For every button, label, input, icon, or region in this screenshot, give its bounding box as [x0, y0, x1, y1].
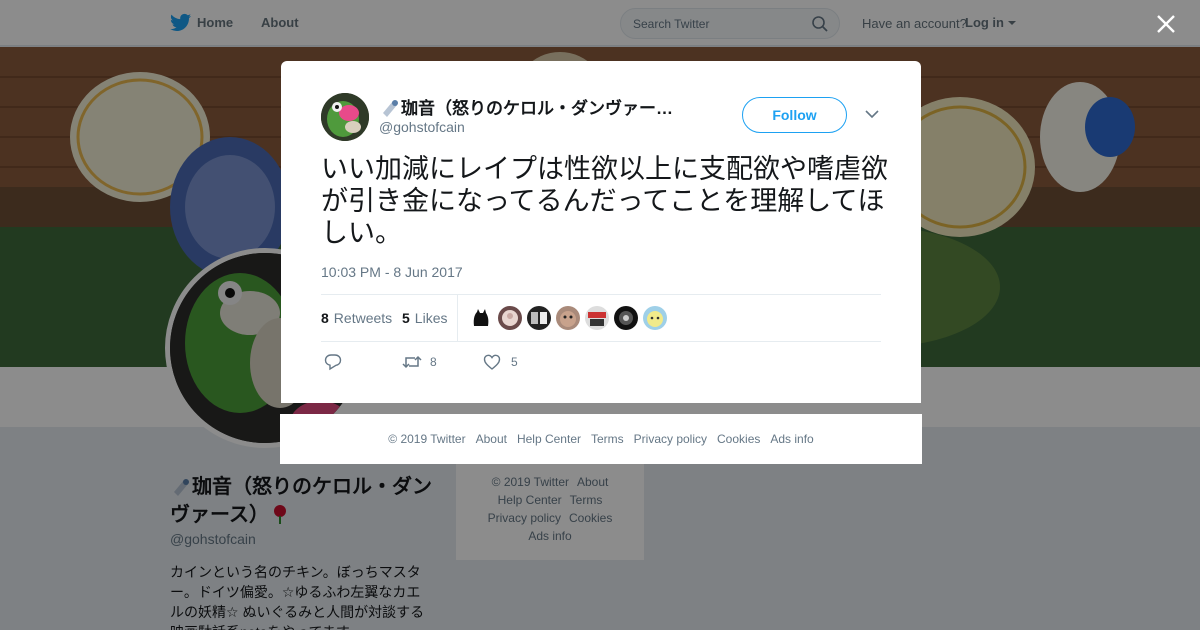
tweet-author-name-text: 珈音（怒りのケロル・ダンヴァー… — [401, 99, 673, 118]
likes-stat[interactable]: 5 Likes — [402, 310, 447, 326]
pin-icon — [383, 100, 398, 117]
modal-footer-privacy-link[interactable]: Privacy policy — [634, 432, 707, 446]
close-icon[interactable] — [1156, 14, 1176, 34]
tweet-modal: 珈音（怒りのケロル・ダンヴァー… @gohstofcain Follow いい加… — [281, 61, 921, 403]
modal-footer-ads-link[interactable]: Ads info — [770, 432, 813, 446]
liker-avatar[interactable] — [556, 306, 580, 330]
likes-label: Likes — [414, 310, 448, 326]
liker-avatar[interactable] — [469, 306, 493, 330]
heart-icon[interactable] — [483, 353, 501, 371]
modal-footer-about-link[interactable]: About — [476, 432, 507, 446]
retweets-stat[interactable]: 8 Retweets — [321, 310, 392, 326]
modal-footer-terms-link[interactable]: Terms — [591, 432, 624, 446]
liker-avatar[interactable] — [498, 306, 522, 330]
tweet-author-avatar[interactable] — [321, 93, 369, 141]
modal-footer-help-link[interactable]: Help Center — [517, 432, 581, 446]
modal-footer-copyright: © 2019 Twitter — [388, 432, 466, 446]
tweet-actions: 8 5 — [321, 351, 881, 375]
liker-avatar[interactable] — [643, 306, 667, 330]
retweets-count: 8 — [321, 310, 329, 326]
retweets-label: Retweets — [333, 310, 393, 326]
tweet-stats: 8 Retweets 5 Likes — [321, 294, 881, 342]
tweet-timestamp[interactable]: 10:03 PM - 8 Jun 2017 — [321, 264, 463, 280]
tweet-author-name[interactable]: 珈音（怒りのケロル・ダンヴァー… — [379, 94, 699, 119]
modal-footer: © 2019 Twitter About Help Center Terms Priva… — [280, 414, 922, 464]
likes-count: 5 — [402, 310, 410, 326]
chevron-down-icon[interactable] — [865, 109, 879, 119]
retweet-icon[interactable] — [402, 353, 422, 371]
retweet-action-count: 8 — [430, 355, 437, 369]
liker-avatar[interactable] — [527, 306, 551, 330]
liker-avatar[interactable] — [614, 306, 638, 330]
like-action-count: 5 — [511, 355, 518, 369]
liker-avatar[interactable] — [585, 306, 609, 330]
stats-divider — [457, 295, 458, 341]
follow-button[interactable]: Follow — [742, 97, 847, 133]
tweet-author-handle[interactable]: @gohstofcain — [379, 119, 465, 135]
tweet-text: いい加減にレイプは性欲以上に支配欲や嗜虐欲が引き金になってるんだってことを理解し… — [321, 154, 888, 248]
reply-icon[interactable] — [324, 353, 342, 371]
modal-footer-cookies-link[interactable]: Cookies — [717, 432, 760, 446]
